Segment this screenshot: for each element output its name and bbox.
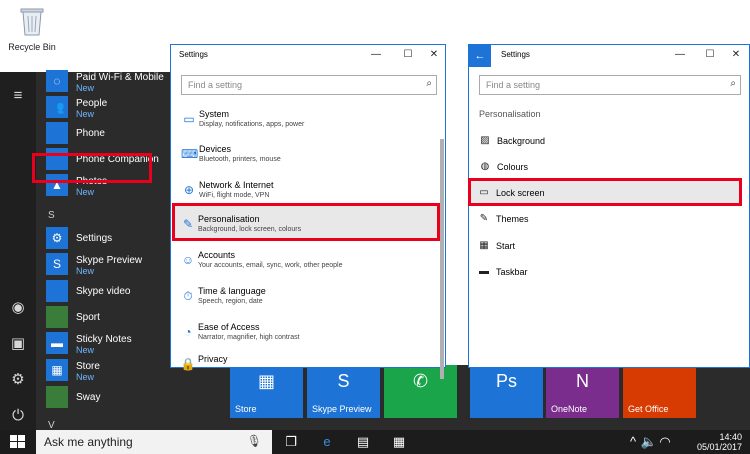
personalisation-search-input[interactable]: Find a setting ⌕ xyxy=(479,75,741,95)
tile-phone-app[interactable]: ✆ xyxy=(384,365,457,418)
store-icon: ▦ xyxy=(257,371,275,391)
calendar-app-icon[interactable]: ▤ xyxy=(354,434,372,450)
wifi-tray-icon[interactable]: ◠ xyxy=(656,434,674,450)
tile-photoshop[interactable]: Ps xyxy=(470,365,543,418)
skype-video-icon xyxy=(46,280,68,302)
devices-icon: ⌨ xyxy=(181,147,199,161)
gear-icon[interactable]: ⚙ xyxy=(8,370,28,390)
sway-icon xyxy=(46,386,68,408)
recycle-bin-label: Recycle Bin xyxy=(8,42,56,52)
sticky-notes-icon: ▬ xyxy=(51,336,63,350)
nav-item-colours[interactable]: ◍ Colours xyxy=(473,154,741,180)
task-view-icon[interactable]: ❐ xyxy=(282,434,300,450)
tile-store[interactable]: ▦ Store xyxy=(230,365,303,418)
close-icon[interactable]: ✕ xyxy=(427,48,441,62)
category-devices[interactable]: ⌨ Devices Bluetooth, printers, mouse xyxy=(177,140,437,174)
tile-get-office[interactable]: Get Office xyxy=(623,365,696,418)
minimize-icon[interactable]: — xyxy=(369,48,383,62)
people-icon: 👥 xyxy=(49,100,65,114)
category-system[interactable]: ▭ System Display, notifications, apps, p… xyxy=(177,105,437,139)
window-title: Settings xyxy=(179,50,208,59)
hamburger-menu-icon[interactable]: ≡ xyxy=(8,86,28,106)
settings-search-input[interactable]: Find a setting ⌕ xyxy=(181,75,437,95)
store-taskbar-icon[interactable]: ▦ xyxy=(390,434,408,450)
personalisation-window: ← Settings — ☐ ✕ Find a setting ⌕ Person… xyxy=(468,44,750,368)
recycle-bin[interactable]: Recycle Bin xyxy=(4,6,60,52)
clock-time: 14:40 xyxy=(719,432,742,442)
gear-icon: ⚙ xyxy=(51,231,63,245)
cortana-search-box[interactable]: Ask me anything 🎙 xyxy=(36,430,272,454)
cortana-search-text: Ask me anything xyxy=(44,435,133,449)
power-icon[interactable]: ⏻ xyxy=(8,406,28,426)
laptop-icon: ▭ xyxy=(183,112,195,126)
clock-date: 05/01/2017 xyxy=(696,442,742,452)
settings-app-highlight xyxy=(32,153,152,183)
user-avatar-icon[interactable]: ◉ xyxy=(8,298,28,318)
page-title: Personalisation xyxy=(479,109,541,119)
lock-screen-highlight xyxy=(468,178,742,206)
start-tiles: ▦ Store S Skype Preview ✆ Ps N OneNote G… xyxy=(230,365,750,430)
phone-icon: ✆ xyxy=(412,371,429,391)
search-icon: ⌕ xyxy=(426,78,432,89)
maximize-icon[interactable]: ☐ xyxy=(401,48,415,62)
globe-icon: ⊕ xyxy=(183,183,195,197)
onenote-icon: N xyxy=(576,371,589,391)
recycle-bin-icon xyxy=(19,6,45,36)
personalisation-highlight xyxy=(172,203,440,241)
section-letter-s[interactable]: S xyxy=(48,210,55,221)
nav-item-background[interactable]: ▨ Background xyxy=(473,128,741,154)
settings-titlebar[interactable]: Settings — ☐ ✕ xyxy=(171,45,445,67)
search-icon: ⌕ xyxy=(730,78,736,89)
clock[interactable]: 14:40 05/01/2017 xyxy=(697,432,742,452)
sport-icon xyxy=(46,306,68,328)
window-title: Settings xyxy=(501,50,530,59)
file-explorer-icon[interactable]: ▣ xyxy=(8,334,28,354)
minimize-icon[interactable]: — xyxy=(673,48,687,62)
palette-icon: ◍ xyxy=(480,161,490,172)
tile-onenote[interactable]: N OneNote xyxy=(546,365,619,418)
app-item-sway[interactable]: Sway xyxy=(46,386,226,412)
close-icon[interactable]: ✕ xyxy=(729,48,743,62)
photoshop-icon: Ps xyxy=(495,371,517,391)
phone-icon xyxy=(46,122,68,144)
personalisation-titlebar[interactable]: ← Settings — ☐ ✕ xyxy=(469,45,749,67)
back-arrow-icon[interactable]: ← xyxy=(469,45,491,67)
skype-icon: S xyxy=(337,371,350,391)
maximize-icon[interactable]: ☐ xyxy=(703,48,717,62)
skype-icon: S xyxy=(52,257,61,271)
taskbar: Ask me anything 🎙 ❐ e ▤ ▦ ^ 🔈 ◠ 14:40 05… xyxy=(0,430,750,454)
windows-start-icon[interactable] xyxy=(10,435,26,449)
microphone-icon[interactable]: 🎙 xyxy=(247,434,262,448)
wifi-icon: ◌ xyxy=(53,74,61,88)
store-icon: ▦ xyxy=(51,363,63,377)
image-icon: ▨ xyxy=(480,135,490,146)
edge-browser-icon[interactable]: e xyxy=(318,434,336,450)
tile-skype-preview[interactable]: S Skype Preview xyxy=(307,365,380,418)
start-rail: ≡ ◉ ▣ ⚙ ⏻ xyxy=(0,72,36,430)
